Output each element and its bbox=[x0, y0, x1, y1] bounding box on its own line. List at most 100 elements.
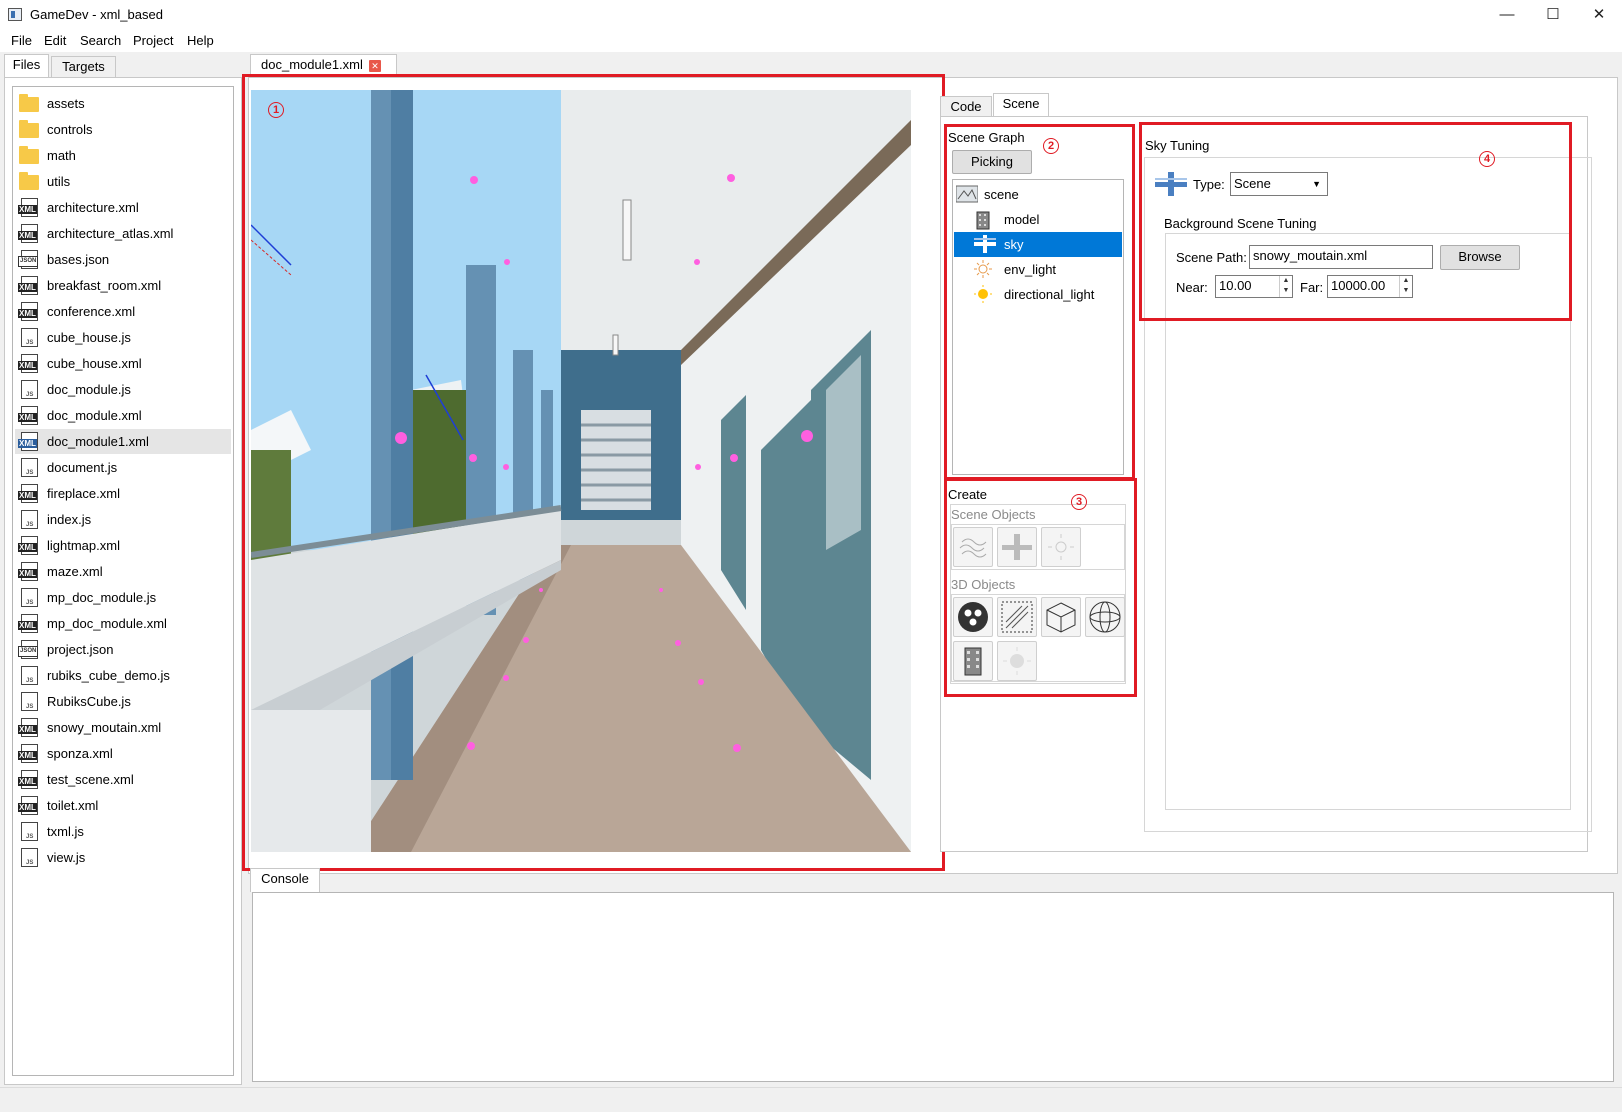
file-item[interactable]: XML snowy_moutain.xml bbox=[15, 715, 231, 740]
create-highlight-box bbox=[944, 478, 1137, 697]
tab-files[interactable]: Files bbox=[4, 54, 49, 78]
close-window-button[interactable]: ✕ bbox=[1576, 0, 1622, 30]
file-item[interactable]: XML fireplace.xml bbox=[15, 481, 231, 506]
file-type-tag: XML bbox=[18, 777, 37, 786]
maximize-button[interactable]: ☐ bbox=[1530, 0, 1576, 30]
file-name: fireplace.xml bbox=[47, 486, 120, 501]
file-name: architecture.xml bbox=[47, 200, 139, 215]
file-type-tag: JS bbox=[26, 522, 34, 528]
file-type-tag: XML bbox=[18, 439, 37, 448]
file-item[interactable]: JS mp_doc_module.js bbox=[15, 585, 231, 610]
file-name: test_scene.xml bbox=[47, 772, 134, 787]
title-bar: GameDev - xml_based — ☐ ✕ bbox=[0, 0, 1622, 30]
file-item[interactable]: utils bbox=[15, 169, 231, 194]
file-type-tag: JS bbox=[26, 860, 34, 866]
menu-file[interactable]: File bbox=[11, 33, 32, 48]
js-file-icon: JS bbox=[21, 666, 38, 685]
folder-icon bbox=[19, 172, 39, 190]
folder-icon bbox=[19, 120, 39, 138]
menu-help[interactable]: Help bbox=[187, 33, 214, 48]
file-item[interactable]: XML architecture.xml bbox=[15, 195, 231, 220]
file-type-tag: JS bbox=[26, 600, 34, 606]
menu-edit[interactable]: Edit bbox=[44, 33, 66, 48]
tab-close-icon[interactable]: ✕ bbox=[369, 60, 381, 72]
file-name: architecture_atlas.xml bbox=[47, 226, 174, 241]
menu-project[interactable]: Project bbox=[133, 33, 173, 48]
file-name: bases.json bbox=[47, 252, 110, 267]
file-name: math bbox=[47, 148, 76, 163]
marker-2: 2 bbox=[1043, 138, 1059, 154]
file-item[interactable]: JS document.js bbox=[15, 455, 231, 480]
js-file-icon: JS bbox=[21, 848, 38, 867]
file-name: view.js bbox=[47, 850, 86, 865]
file-item[interactable]: XML toilet.xml bbox=[15, 793, 231, 818]
json-file-icon: JSON bbox=[18, 250, 39, 269]
menu-search[interactable]: Search bbox=[80, 33, 121, 48]
tab-code[interactable]: Code bbox=[940, 96, 992, 118]
file-item[interactable]: XML cube_house.xml bbox=[15, 351, 231, 376]
file-type-tag: XML bbox=[18, 361, 37, 370]
tab-scene[interactable]: Scene bbox=[993, 93, 1049, 117]
file-type-tag: XML bbox=[18, 751, 37, 760]
file-name: doc_module1.xml bbox=[47, 434, 149, 449]
tab-console[interactable]: Console bbox=[250, 868, 320, 892]
file-name: breakfast_room.xml bbox=[47, 278, 162, 293]
file-name: assets bbox=[47, 96, 85, 111]
sky-tuning-highlight-box bbox=[1139, 122, 1572, 321]
file-type-tag: XML bbox=[18, 725, 37, 734]
file-item[interactable]: XML maze.xml bbox=[15, 559, 231, 584]
file-type-tag: XML bbox=[18, 231, 37, 240]
file-name: snowy_moutain.xml bbox=[47, 720, 162, 735]
file-item[interactable]: JS cube_house.js bbox=[15, 325, 231, 350]
folder-icon bbox=[19, 146, 39, 164]
xml-file-icon: XML bbox=[18, 432, 38, 451]
file-item[interactable]: XML breakfast_room.xml bbox=[15, 273, 231, 298]
file-item[interactable]: XML lightmap.xml bbox=[15, 533, 231, 558]
file-type-tag: XML bbox=[18, 543, 37, 552]
tab-targets[interactable]: Targets bbox=[51, 56, 116, 78]
file-item[interactable]: assets bbox=[15, 91, 231, 116]
file-item[interactable]: JS rubiks_cube_demo.js bbox=[15, 663, 231, 688]
xml-file-icon: XML bbox=[18, 484, 38, 503]
js-file-icon: JS bbox=[21, 822, 38, 841]
minimize-button[interactable]: — bbox=[1484, 0, 1530, 30]
file-name: lightmap.xml bbox=[47, 538, 120, 553]
xml-file-icon: XML bbox=[18, 562, 38, 581]
file-item[interactable]: JS RubiksCube.js bbox=[15, 689, 231, 714]
file-item[interactable]: XML sponza.xml bbox=[15, 741, 231, 766]
file-list[interactable]: assets controls math utils XML architecture.x… bbox=[12, 86, 234, 1076]
xml-file-icon: XML bbox=[18, 796, 38, 815]
file-item[interactable]: XML doc_module.xml bbox=[15, 403, 231, 428]
file-name: rubiks_cube_demo.js bbox=[47, 668, 170, 683]
xml-file-icon: XML bbox=[18, 744, 38, 763]
file-item[interactable]: JS view.js bbox=[15, 845, 231, 870]
xml-file-icon: XML bbox=[18, 198, 38, 217]
file-item[interactable]: JS txml.js bbox=[15, 819, 231, 844]
file-item[interactable]: XML test_scene.xml bbox=[15, 767, 231, 792]
file-item[interactable]: JSON project.json bbox=[15, 637, 231, 662]
file-type-tag: XML bbox=[18, 283, 37, 292]
file-item[interactable]: XML architecture_atlas.xml bbox=[15, 221, 231, 246]
file-type-tag: JSON bbox=[18, 256, 39, 267]
file-type-tag: XML bbox=[18, 309, 37, 318]
js-file-icon: JS bbox=[21, 328, 38, 347]
file-name: maze.xml bbox=[47, 564, 103, 579]
file-name: controls bbox=[47, 122, 93, 137]
js-file-icon: JS bbox=[21, 510, 38, 529]
file-item[interactable]: controls bbox=[15, 117, 231, 142]
file-item[interactable]: JS doc_module.js bbox=[15, 377, 231, 402]
file-item[interactable]: JS index.js bbox=[15, 507, 231, 532]
file-item[interactable]: XML mp_doc_module.xml bbox=[15, 611, 231, 636]
xml-file-icon: XML bbox=[18, 302, 38, 321]
file-name: doc_module.js bbox=[47, 382, 131, 397]
console-output[interactable] bbox=[252, 892, 1614, 1082]
menu-bar bbox=[0, 30, 1622, 52]
tab-label: doc_module1.xml bbox=[261, 57, 363, 72]
xml-file-icon: XML bbox=[18, 354, 38, 373]
file-item[interactable]: XML doc_module1.xml bbox=[15, 429, 231, 454]
file-item[interactable]: XML conference.xml bbox=[15, 299, 231, 324]
xml-file-icon: XML bbox=[18, 276, 38, 295]
file-item[interactable]: JSON bases.json bbox=[15, 247, 231, 272]
file-type-tag: JS bbox=[26, 834, 34, 840]
file-item[interactable]: math bbox=[15, 143, 231, 168]
